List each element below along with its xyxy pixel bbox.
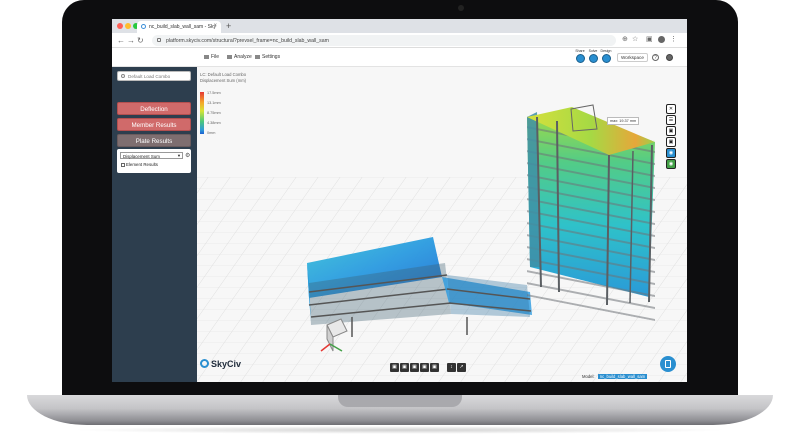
bottom-tool-5[interactable]: ▣ xyxy=(430,363,439,372)
app-toolbar: File Analyze Settings Share Solve Design… xyxy=(112,48,687,67)
search-icon xyxy=(121,74,125,78)
bottom-tool-1[interactable]: ▣ xyxy=(390,363,399,372)
menu-settings[interactable]: Settings xyxy=(255,54,280,60)
menu-analyze[interactable]: Analyze xyxy=(227,54,252,60)
docs-button[interactable] xyxy=(660,356,676,372)
share-tool[interactable]: Share xyxy=(573,49,587,63)
minimize-window-icon[interactable] xyxy=(125,23,131,29)
chevron-down-icon: ▼ xyxy=(177,153,181,158)
share-icon xyxy=(575,54,585,63)
max-displacement-label: max: 19.37 mm xyxy=(607,117,640,125)
view-tool-green[interactable]: ◉ xyxy=(666,159,676,169)
browser-tab[interactable]: nc_build_slab_wall_sam - Sky × xyxy=(137,21,221,33)
laptop-shadow xyxy=(70,426,730,434)
zoom-icon[interactable]: ⊕ xyxy=(622,36,629,44)
skyciv-logo-icon xyxy=(200,359,209,368)
legend-tick: 17.5mm xyxy=(207,91,221,95)
url-text: platform.skyciv.com/structural?prevsel_f… xyxy=(166,38,329,44)
status-label: Model: xyxy=(582,374,595,379)
legend-tick: 13.1mm xyxy=(207,101,221,105)
view-tool-active[interactable]: ◉ xyxy=(666,148,676,158)
analyze-icon xyxy=(227,54,232,59)
forward-icon[interactable]: → xyxy=(127,35,135,46)
deflection-button[interactable]: Deflection xyxy=(117,102,191,115)
color-legend-bar xyxy=(200,92,204,134)
bottom-tool-3[interactable]: ▣ xyxy=(410,363,419,372)
browser-tab-bar: nc_build_slab_wall_sam - Sky × + xyxy=(112,19,687,33)
3d-viewport[interactable]: LC: Default Load Combo Displacement Sum … xyxy=(197,67,687,382)
solve-icon xyxy=(588,54,598,63)
laptop-notch xyxy=(338,395,462,407)
design-tool[interactable]: Design xyxy=(599,49,613,63)
tab-close-icon[interactable]: × xyxy=(213,23,217,29)
user-avatar[interactable] xyxy=(666,54,673,61)
load-combo-select[interactable]: Default Load Combo xyxy=(117,71,191,81)
url-field[interactable]: platform.skyciv.com/structural?prevsel_f… xyxy=(152,35,616,46)
new-tab-icon[interactable]: + xyxy=(226,20,231,32)
plate-results-button[interactable]: Plate Results xyxy=(117,134,191,147)
gear-icon[interactable]: ⚙ xyxy=(185,152,190,159)
settings-icon xyxy=(255,54,260,59)
tab-title: nc_build_slab_wall_sam - Sky xyxy=(149,24,216,30)
sidebar: Default Load Combo Deflection Member Res… xyxy=(112,67,197,382)
member-results-button[interactable]: Member Results xyxy=(117,118,191,131)
star-icon[interactable]: ☆ xyxy=(632,36,639,44)
load-combo-text: Default Load Combo xyxy=(128,74,171,79)
favicon-icon xyxy=(141,24,146,29)
back-icon[interactable]: ← xyxy=(117,35,125,46)
extension-icon[interactable]: ▣ xyxy=(646,36,653,44)
camera-icon xyxy=(458,5,464,11)
view-tool-frame[interactable]: ▣ xyxy=(666,137,676,147)
browser-menu-icon[interactable]: ⋮ xyxy=(670,36,677,44)
model-render xyxy=(197,104,687,382)
solve-tool[interactable]: Solve xyxy=(586,49,600,63)
legend-title: LC: Default Load Combo xyxy=(200,72,247,77)
profile-avatar[interactable] xyxy=(658,36,665,43)
legend-tick: 4.38mm xyxy=(207,121,221,125)
legend-subtitle: Displacement Sum (mm) xyxy=(200,78,247,83)
help-icon[interactable]: ? xyxy=(652,54,659,61)
lock-icon xyxy=(157,38,161,42)
legend-tick: 0mm xyxy=(207,131,216,135)
file-icon xyxy=(204,54,209,59)
plate-results-panel: Displacement Sum ▼ ⚙ Element Results xyxy=(117,149,191,173)
bottom-tool-4[interactable]: ▣ xyxy=(420,363,429,372)
bottom-tool-6[interactable]: ↕ xyxy=(447,363,456,372)
view-tool-close[interactable]: ✕ xyxy=(666,104,676,114)
bottom-tool-2[interactable]: ▣ xyxy=(400,363,409,372)
status-bar: Model: nc_build_slab_wall_sam xyxy=(582,374,648,379)
reload-icon[interactable]: ↻ xyxy=(137,35,144,46)
view-tool-box[interactable]: ▣ xyxy=(666,126,676,136)
screen: nc_build_slab_wall_sam - Sky × + ← → ↻ p… xyxy=(112,19,687,382)
address-bar-row: ← → ↻ platform.skyciv.com/structural?pre… xyxy=(112,33,687,48)
skyciv-logo: SkyCiv xyxy=(200,359,241,369)
legend-tick: 8.75mm xyxy=(207,111,221,115)
design-icon xyxy=(601,54,611,63)
element-results-checkbox[interactable]: Element Results xyxy=(121,162,158,167)
model-name-badge: nc_build_slab_wall_sam xyxy=(597,374,648,379)
menu-file[interactable]: File xyxy=(204,54,219,60)
bottom-tool-7[interactable]: ↗ xyxy=(457,363,466,372)
result-type-select[interactable]: Displacement Sum ▼ xyxy=(120,152,183,159)
document-icon xyxy=(665,360,671,368)
checkbox-box xyxy=(121,162,125,167)
workspace-button[interactable]: Workspace xyxy=(617,53,648,62)
view-tool-layers[interactable]: ☰ xyxy=(666,115,676,125)
close-window-icon[interactable] xyxy=(117,23,123,29)
